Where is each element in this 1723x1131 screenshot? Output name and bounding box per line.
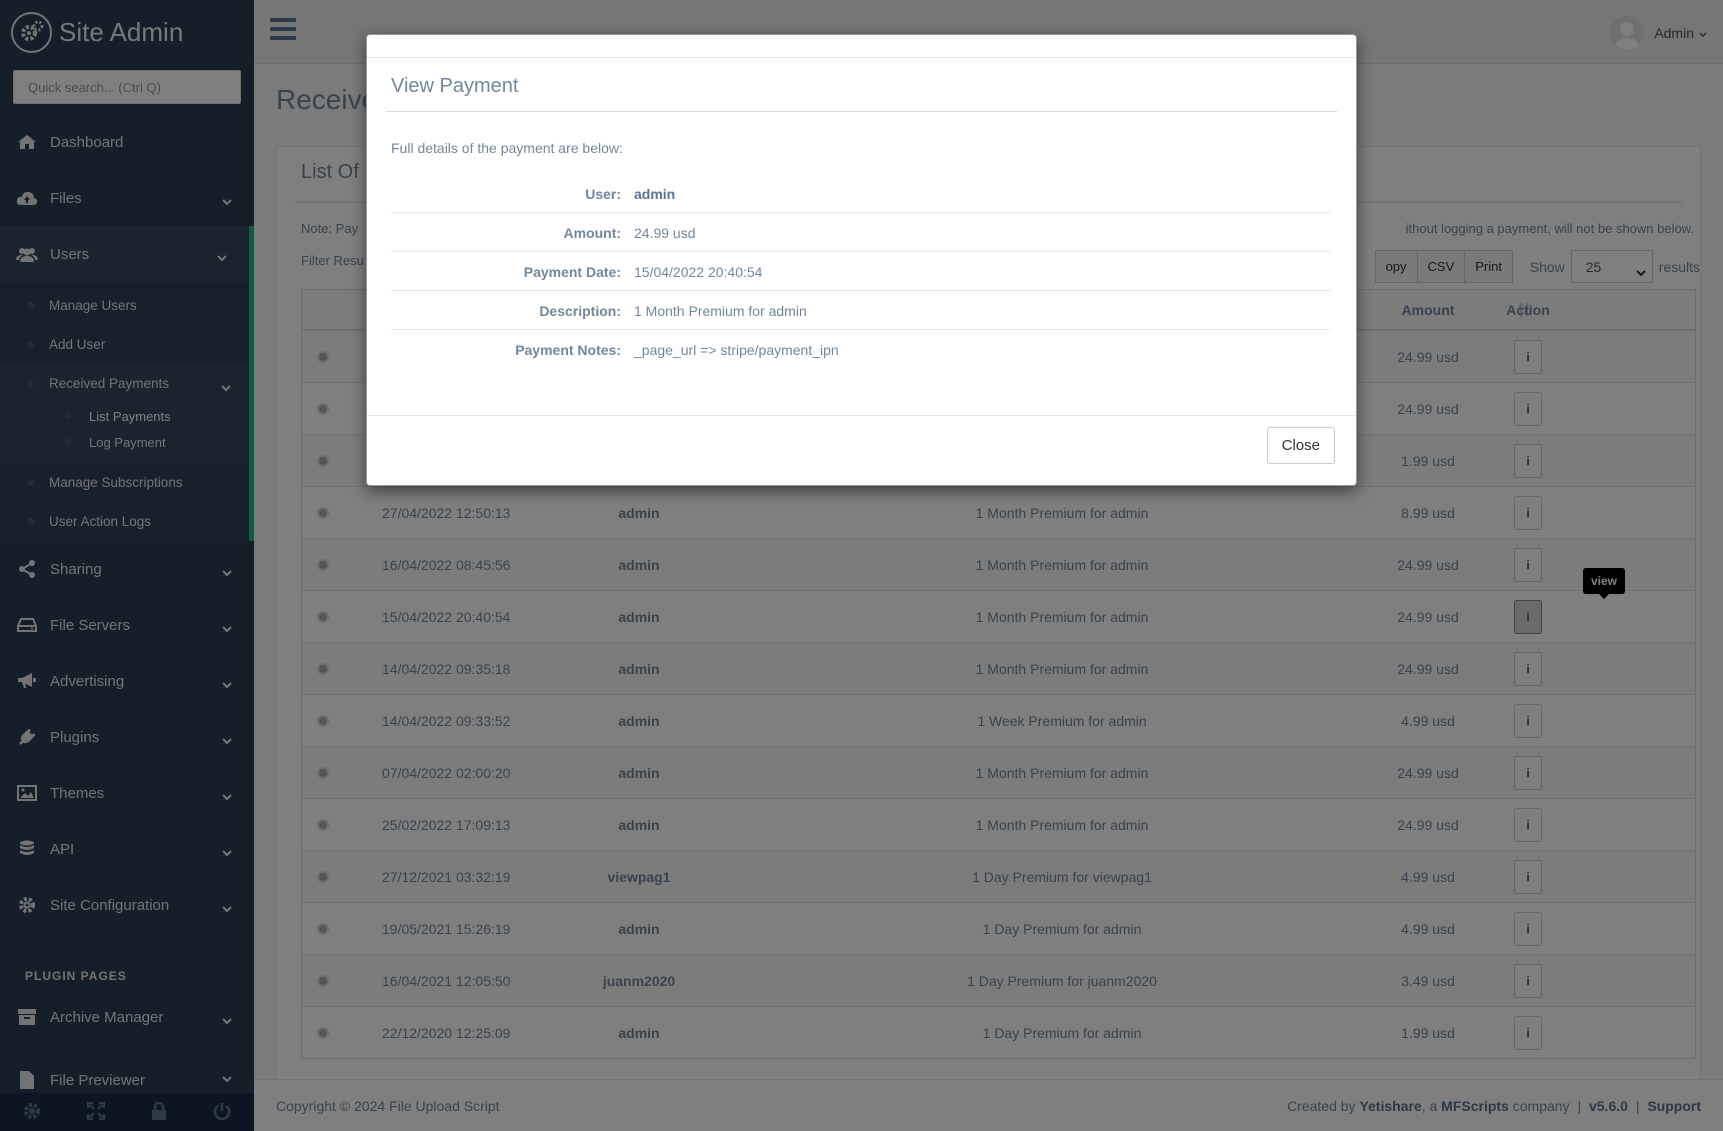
detail-label: Payment Notes: — [515, 341, 621, 358]
detail-label: User: — [585, 185, 621, 202]
view-payment-modal: View Payment Full details of the payment… — [366, 34, 1357, 486]
detail-value: 1 Month Premium for admin — [634, 302, 807, 319]
detail-row: Amount: 24.99 usd — [391, 213, 1331, 252]
detail-row: User: admin — [391, 174, 1331, 213]
close-button[interactable]: Close — [1266, 427, 1335, 464]
detail-row: Payment Notes: _page_url => stripe/paymen… — [391, 330, 1331, 369]
detail-value: 15/04/2022 20:40:54 — [634, 263, 763, 280]
detail-label: Payment Date: — [523, 263, 621, 280]
detail-row: Payment Date: 15/04/2022 20:40:54 — [391, 252, 1331, 291]
modal-intro: Full details of the payment are below: — [391, 140, 623, 156]
detail-row: Description: 1 Month Premium for admin — [391, 291, 1331, 330]
detail-value: admin — [634, 185, 676, 202]
divider — [367, 415, 1356, 416]
detail-value: _page_url => stripe/payment_ipn — [634, 341, 839, 358]
detail-label: Amount: — [563, 224, 621, 241]
detail-label: Description: — [539, 302, 621, 319]
modal-header — [367, 35, 1356, 58]
divider — [386, 111, 1337, 112]
detail-value: 24.99 usd — [634, 224, 696, 241]
payment-details: User: admin Amount: 24.99 usd Payment Date: 1… — [391, 174, 1331, 369]
modal-title: View Payment — [391, 75, 519, 97]
